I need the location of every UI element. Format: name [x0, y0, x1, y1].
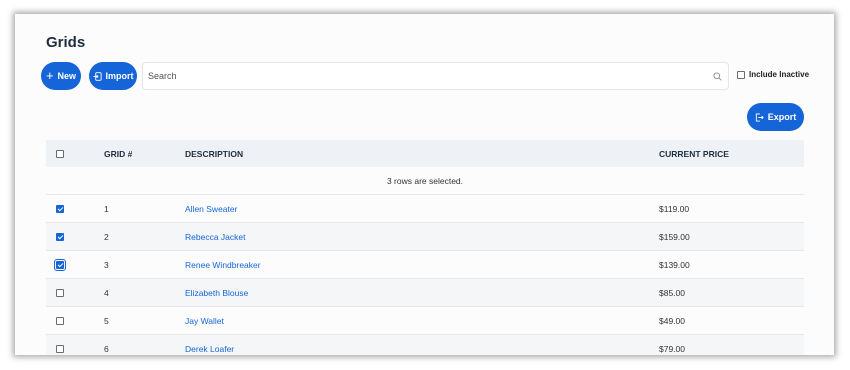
search-icon	[713, 72, 722, 81]
new-button[interactable]: + New	[41, 62, 81, 90]
row-description-link[interactable]: Rebecca Jacket	[185, 223, 245, 250]
import-button[interactable]: Import	[89, 62, 137, 90]
row-price: $139.00	[659, 259, 690, 270]
row-checkbox[interactable]	[56, 232, 64, 241]
search-placeholder: Search	[148, 71, 177, 81]
table-row[interactable]: 1 Allen Sweater $119.00	[46, 195, 804, 223]
table-row[interactable]: 2 Rebecca Jacket $159.00	[46, 223, 804, 251]
row-checkbox[interactable]	[56, 288, 64, 297]
table-row[interactable]: 5 Jay Wallet $49.00	[46, 307, 804, 335]
header-select-all	[56, 140, 64, 167]
selection-banner: 3 rows are selected.	[46, 167, 804, 195]
import-button-label: Import	[105, 71, 134, 81]
row-grid-number: 2	[104, 231, 109, 242]
row-price: $159.00	[659, 231, 690, 242]
table-row[interactable]: 3 Renee Windbreaker $139.00	[46, 251, 804, 279]
header-grid-number[interactable]: GRID #	[104, 140, 132, 167]
import-icon	[92, 71, 102, 81]
row-description-link[interactable]: Allen Sweater	[185, 195, 237, 222]
include-inactive-label: Include Inactive	[749, 70, 810, 79]
new-button-label: New	[57, 71, 77, 81]
row-price: $85.00	[659, 287, 685, 298]
row-grid-number: 5	[104, 315, 109, 326]
row-description-link[interactable]: Elizabeth Blouse	[185, 279, 248, 306]
grids-table: GRID # DESCRIPTION CURRENT PRICE 3 rows …	[46, 140, 804, 355]
row-description-link[interactable]: Jay Wallet	[185, 307, 224, 334]
row-description-link[interactable]: Renee Windbreaker	[185, 251, 261, 278]
table-row[interactable]: 4 Elizabeth Blouse $85.00	[46, 279, 804, 307]
plus-icon: +	[45, 68, 54, 83]
page-title: Grids	[46, 34, 86, 51]
row-checkbox[interactable]	[54, 258, 66, 271]
export-icon	[755, 112, 764, 122]
row-grid-number: 3	[104, 259, 109, 270]
select-all-checkbox[interactable]	[56, 149, 64, 158]
export-button-label: Export	[767, 112, 797, 122]
row-grid-number: 4	[104, 287, 109, 298]
row-price: $79.00	[659, 343, 685, 354]
row-grid-number: 6	[104, 343, 109, 354]
row-grid-number: 1	[104, 203, 109, 214]
row-price: $49.00	[659, 315, 685, 326]
row-checkbox[interactable]	[56, 204, 64, 213]
header-description[interactable]: DESCRIPTION	[185, 140, 243, 167]
search-input[interactable]: Search	[142, 62, 729, 90]
row-price: $119.00	[659, 203, 690, 214]
export-button[interactable]: Export	[747, 103, 804, 131]
table-row[interactable]: 6 Derek Loafer $79.00	[46, 335, 804, 355]
row-checkbox[interactable]	[56, 316, 64, 325]
row-checkbox[interactable]	[56, 344, 64, 353]
table-header: GRID # DESCRIPTION CURRENT PRICE	[46, 140, 804, 167]
include-inactive-checkbox[interactable]	[737, 70, 745, 79]
grids-window: Grids + New Import Search Include Inacti…	[15, 14, 834, 355]
row-description-link[interactable]: Derek Loafer	[185, 335, 234, 355]
include-inactive-toggle[interactable]: Include Inactive	[737, 70, 809, 79]
header-current-price[interactable]: CURRENT PRICE	[659, 140, 729, 167]
